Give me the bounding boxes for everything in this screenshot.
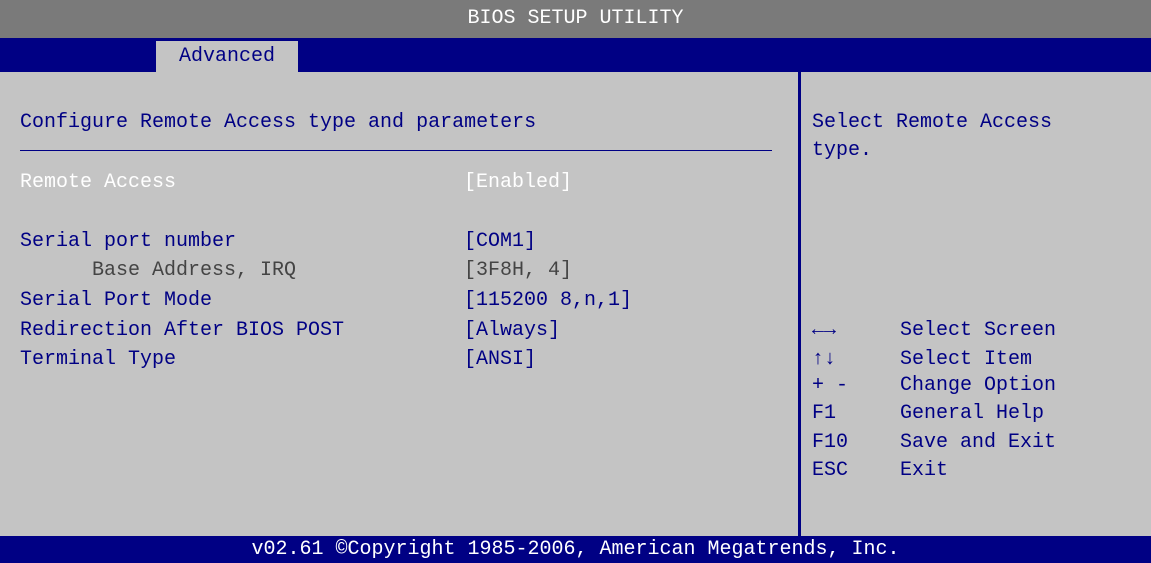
- key-desc-change-option: Change Option: [900, 374, 1057, 397]
- heading-divider: [20, 150, 772, 151]
- setting-label-serial-port-number[interactable]: Serial port number: [20, 229, 236, 255]
- key-esc: ESC: [812, 459, 849, 482]
- setting-label-redirection-after-post[interactable]: Redirection After BIOS POST: [20, 318, 344, 344]
- left-right-arrow-icon: ←→: [812, 319, 837, 342]
- key-desc-select-item: Select Item: [900, 348, 1033, 371]
- setting-value-serial-port-number[interactable]: [COM1]: [464, 229, 536, 255]
- setting-value-terminal-type[interactable]: [ANSI]: [464, 347, 536, 373]
- setting-label-serial-port-mode[interactable]: Serial Port Mode: [20, 288, 212, 314]
- window-title: BIOS SETUP UTILITY: [0, 0, 1151, 38]
- setting-value-redirection-after-post[interactable]: [Always]: [464, 318, 560, 344]
- key-f1: F1: [812, 402, 837, 425]
- setting-value-remote-access[interactable]: [Enabled]: [464, 170, 572, 196]
- key-desc-select-screen: Select Screen: [900, 319, 1057, 342]
- key-f10: F10: [812, 431, 849, 454]
- section-heading: Configure Remote Access type and paramet…: [20, 111, 537, 134]
- key-desc-exit: Exit: [900, 459, 949, 482]
- copyright-footer: v02.61 ©Copyright 1985-2006, American Me…: [0, 536, 1151, 563]
- key-plus-minus: + -: [812, 374, 849, 397]
- setting-label-remote-access[interactable]: Remote Access: [20, 170, 176, 196]
- bios-screen: BIOS SETUP UTILITY Advanced Configure Re…: [0, 0, 1151, 563]
- help-text-line-1: Select Remote Access: [812, 111, 1053, 134]
- key-desc-save-and-exit: Save and Exit: [900, 431, 1057, 454]
- setting-label-terminal-type[interactable]: Terminal Type: [20, 347, 176, 373]
- up-down-arrow-icon: ↑↓: [812, 348, 837, 371]
- help-text-line-2: type.: [812, 139, 873, 162]
- setting-value-serial-port-mode[interactable]: [115200 8,n,1]: [464, 288, 632, 314]
- menu-bar: Advanced: [0, 38, 1151, 72]
- tab-advanced[interactable]: Advanced: [156, 41, 298, 72]
- setting-value-base-address-irq: [3F8H, 4]: [464, 259, 573, 282]
- key-desc-general-help: General Help: [900, 402, 1045, 425]
- setting-label-base-address-irq: Base Address, IRQ: [92, 259, 297, 282]
